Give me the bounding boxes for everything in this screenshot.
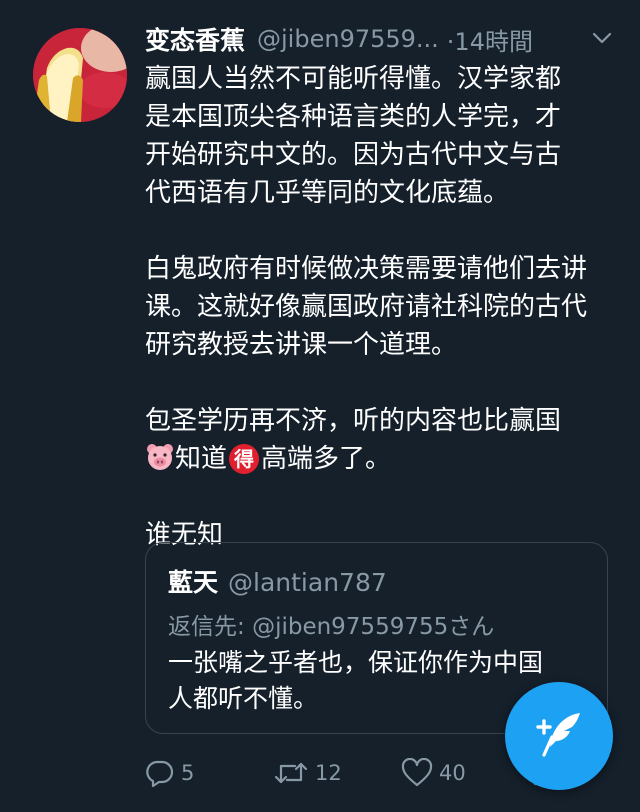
author-name[interactable]: 变态香蕉 [145, 21, 245, 57]
retweet-count: 12 [315, 761, 342, 785]
tweet-text-segment: 知道 [175, 444, 228, 474]
tweet-line: 是本国顶尖各种语言类的人学完，才 [145, 102, 562, 132]
tweet-line: 开始研究中文的。因为古代中文与古 [145, 140, 562, 170]
tweet-timestamp[interactable]: ·14時間 [447, 22, 533, 57]
tweet-line: 白鬼政府有时候做决策需要请他们去讲 [145, 254, 588, 284]
compose-tweet-button[interactable] [505, 682, 613, 790]
tweet-line: 研究教授去讲课一个道理。 [145, 330, 458, 360]
reply-icon [145, 758, 175, 788]
tweet-line: 赢国人当然不可能听得懂。汉学家都 [145, 64, 562, 94]
quoted-author-name: 藍天 [168, 568, 219, 597]
de-ideograph-emoji: 得 [229, 444, 260, 474]
reply-to-suffix: さん [448, 614, 495, 640]
tweet-paragraph-2: 白鬼政府有时候做决策需要请他们去讲 课。这就好像赢国政府请社科院的古代 研究教授… [145, 250, 615, 364]
reply-to-handle: @jiben97559755 [252, 614, 449, 640]
retweet-button[interactable]: 12 [273, 755, 342, 791]
author-handle[interactable]: @jiben97559... [257, 25, 439, 53]
like-count: 40 [439, 761, 466, 785]
tweet-line: 代西语有几乎等同的文化底蕴。 [145, 178, 510, 208]
quoted-author-handle: @lantian787 [228, 568, 387, 597]
heart-icon [401, 758, 433, 788]
tweet-line: 包圣学历再不济，听的内容也比赢国 [145, 406, 562, 436]
tweet-header: 变态香蕉 @jiben97559... ·14時間 [145, 22, 620, 56]
quoted-tweet-header: 藍天 @lantian787 [168, 563, 387, 599]
compose-tweet-icon [532, 707, 586, 765]
reply-count: 5 [181, 761, 195, 785]
chevron-down-icon[interactable] [590, 26, 614, 54]
quoted-tweet-line: 一张嘴之乎者也，保证你作为中国 [168, 648, 544, 677]
banana-avatar-image [33, 28, 127, 122]
tweet-text-segment: 高端多了。 [261, 444, 392, 474]
pig-face-emoji [145, 442, 175, 472]
reply-to-label: 返信先: @jiben97559755さん [168, 607, 494, 641]
tweet-paragraph-1: 赢国人当然不可能听得懂。汉学家都 是本国顶尖各种语言类的人学完，才 开始研究中文… [145, 60, 615, 212]
reply-to-prefix: 返信先: [168, 614, 253, 640]
like-button[interactable]: 40 [401, 755, 466, 791]
author-avatar[interactable] [33, 28, 127, 122]
tweet-line: 课。这就好像赢国政府请社科院的古代 [145, 292, 588, 322]
tweet-paragraph-3: 包圣学历再不济，听的内容也比赢国 知道得高端多了。 [145, 402, 615, 478]
retweet-icon [273, 758, 309, 788]
tweet-line-with-emoji: 知道得高端多了。 [145, 440, 615, 478]
tweet-text: 赢国人当然不可能听得懂。汉学家都 是本国顶尖各种语言类的人学完，才 开始研究中文… [145, 60, 615, 592]
reply-button[interactable]: 5 [145, 755, 194, 791]
